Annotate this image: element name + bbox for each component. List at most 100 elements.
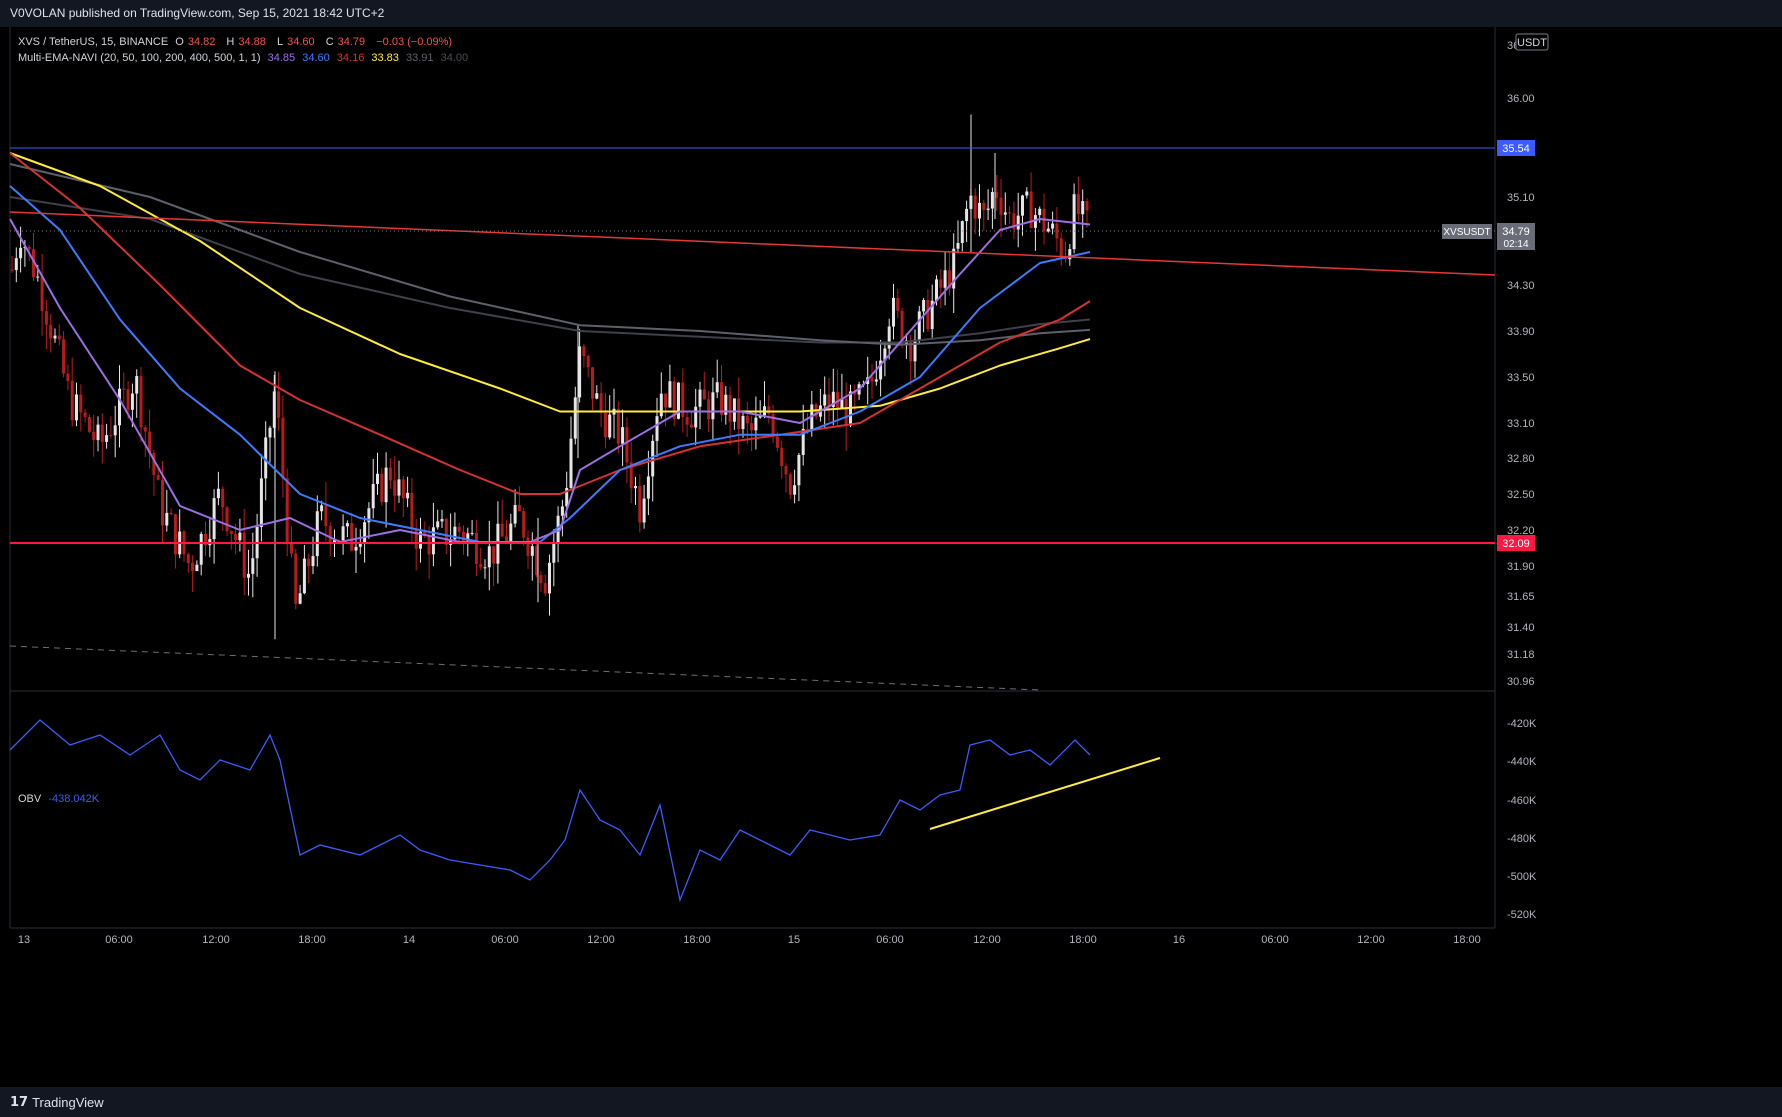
candle-body: [487, 546, 491, 568]
candle-body: [745, 415, 749, 424]
candle-body: [509, 523, 513, 543]
last-price-value: 34.79: [1502, 226, 1530, 238]
candle-body: [707, 399, 711, 420]
candle-body: [130, 393, 134, 410]
price-tick-label: 30.96: [1507, 676, 1535, 688]
candle-body: [118, 388, 121, 426]
price-tick-label: 33.10: [1507, 418, 1535, 430]
candle-body: [281, 417, 285, 479]
price-tick-label: 33.50: [1507, 372, 1535, 384]
candle-body: [470, 532, 474, 534]
candle-body: [27, 246, 31, 250]
candle-body: [603, 412, 607, 438]
candle-body: [328, 526, 332, 544]
candle-body: [973, 195, 977, 219]
candle-body: [431, 527, 435, 555]
price-tick-label: 36.00: [1507, 93, 1535, 105]
candle-body: [427, 535, 431, 555]
time-tick-label: 06:00: [876, 934, 904, 946]
candle-body: [522, 511, 526, 538]
obv-tick-label: -420K: [1507, 718, 1537, 730]
candle-body: [548, 562, 551, 594]
candle-body: [324, 505, 328, 527]
candle-body: [242, 532, 246, 578]
candle-body: [754, 417, 758, 431]
time-tick-label: 16: [1173, 934, 1185, 946]
candle-body: [689, 424, 693, 428]
candle-body: [285, 478, 289, 544]
candle-body: [143, 427, 147, 432]
chart-grid: [0, 27, 1782, 1087]
candle-body: [793, 485, 797, 495]
candle-body: [105, 435, 109, 442]
time-tick-label: 13: [18, 934, 30, 946]
candle-body: [371, 483, 375, 509]
footer-bar: 𝟭𝟳 TradingView: [0, 1087, 1782, 1117]
candle-body: [978, 202, 981, 219]
candle-body: [651, 440, 655, 477]
candle-body: [1025, 191, 1029, 196]
candle-body: [741, 415, 745, 430]
candle-body: [664, 393, 668, 408]
price-chart[interactable]: 36.00 35.10 34.30 33.90 33.50 33.10 32.80 32.50…: [0, 0, 1782, 1117]
candle-body: [126, 389, 130, 410]
time-tick-label: 18:00: [1453, 934, 1481, 946]
candle-body: [552, 542, 556, 563]
candle-body: [625, 427, 629, 463]
currency-label: USDT: [1517, 37, 1547, 49]
candle-body: [320, 505, 324, 512]
tradingview-brand[interactable]: 𝟭𝟳 TradingView: [10, 1094, 104, 1110]
candle-body: [784, 466, 788, 475]
ohlc-low: L 34.60: [276, 36, 315, 48]
candle-body: [483, 567, 487, 569]
candle-body: [83, 412, 87, 418]
candle-body: [642, 498, 646, 523]
candle-body: [113, 425, 117, 436]
symbol-legend[interactable]: XVS / TetherUS, 15, BINANCE O 34.82 H 34.8…: [18, 36, 456, 48]
ema400-value: 33.91: [405, 52, 434, 64]
candle-body: [685, 416, 689, 425]
obv-legend[interactable]: OBV -438.042K: [18, 793, 103, 805]
ema-legend[interactable]: Multi-EMA-NAVI (20, 50, 100, 200, 400, 5…: [18, 52, 472, 64]
brand-name: TradingView: [32, 1094, 104, 1110]
candle-body: [294, 553, 298, 604]
candle-body: [436, 521, 440, 528]
candle-body: [896, 297, 900, 311]
candle-body: [543, 583, 547, 594]
candle-body: [939, 279, 943, 288]
time-tick-label: 14: [403, 934, 415, 946]
time-tick-label: 06:00: [491, 934, 519, 946]
candle-body: [982, 202, 986, 210]
candle-body: [874, 379, 878, 382]
ema50-value: 34.60: [302, 52, 330, 64]
candle-body: [659, 393, 663, 417]
candle-body: [526, 537, 530, 556]
price-tick-label: 34.30: [1507, 280, 1535, 292]
time-tick-label: 15: [788, 934, 800, 946]
candle-body: [965, 208, 969, 222]
support-price-label: 32.09: [1502, 538, 1530, 550]
candle-body: [621, 427, 625, 444]
candle-body: [397, 479, 401, 496]
candle-body: [728, 394, 732, 422]
candle-body: [380, 473, 384, 503]
ema20-value: 34.85: [267, 52, 296, 64]
candle-body: [40, 276, 44, 312]
candle-body: [926, 300, 930, 329]
candle-body: [169, 512, 173, 515]
candle-body: [646, 476, 650, 499]
last-price-countdown: 02:14: [1503, 239, 1528, 250]
candle-body: [406, 492, 410, 499]
candle-body: [66, 373, 70, 381]
candle-body: [259, 478, 263, 528]
candle-body: [251, 558, 255, 574]
price-tick-label: 32.50: [1507, 489, 1535, 501]
candle-body: [10, 269, 14, 271]
price-tick-label: 31.90: [1507, 561, 1535, 573]
candle-body: [1055, 223, 1059, 239]
ema500-value: 34.00: [440, 52, 469, 64]
time-tick-label: 06:00: [1261, 934, 1289, 946]
candle-body: [788, 474, 792, 495]
candle-body: [1076, 194, 1080, 215]
obv-value: -438.042K: [48, 793, 100, 805]
